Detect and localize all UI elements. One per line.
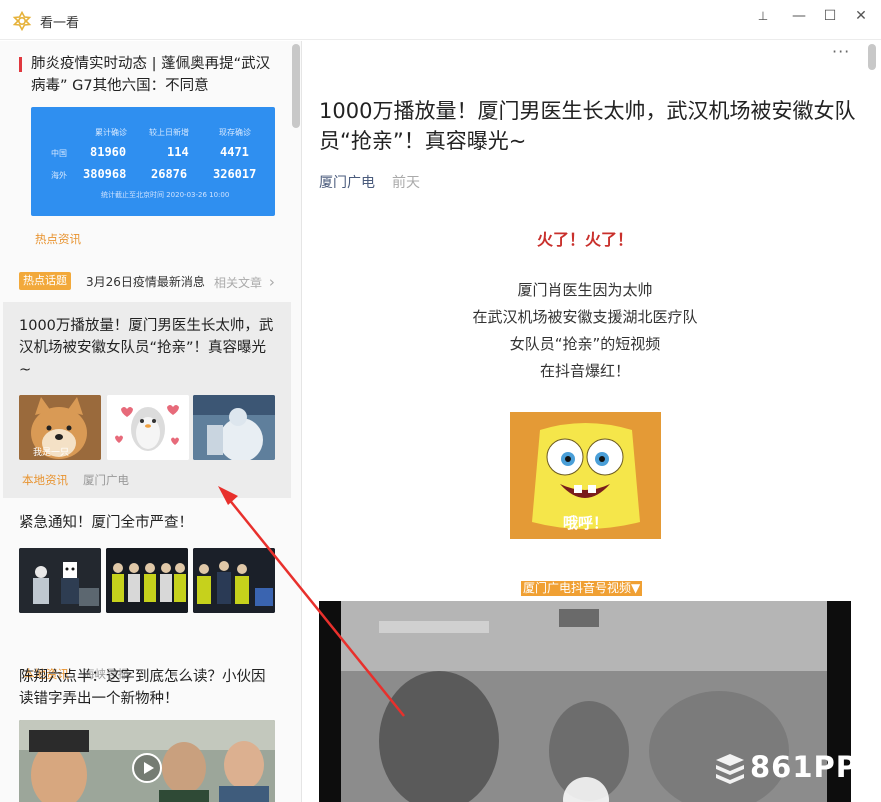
article-title: 1000万播放量！厦门男医生长太帅，武汉机场被安徽女队员“抢亲”！真容曝光~ bbox=[319, 99, 856, 153]
item-source: 厦门广电 bbox=[83, 473, 129, 487]
stat-value: 114 bbox=[167, 145, 189, 159]
play-icon[interactable] bbox=[132, 753, 162, 783]
item-tag: 热点资讯 bbox=[35, 232, 81, 246]
article-paragraph: 厦门肖医生因为太帅 bbox=[517, 281, 653, 299]
app-window: 看一看 ⊥ — ☐ ✕ 肺炎疫情实时动态 | 蓬佩奥再提“武汉病毒” G7其他六… bbox=[0, 0, 881, 802]
related-articles-link[interactable]: 相关文章 › bbox=[214, 273, 275, 291]
app-logo-icon bbox=[12, 11, 32, 31]
hot-topic-badge: 热点话题 bbox=[19, 272, 71, 290]
pin-marker bbox=[19, 57, 22, 72]
item-tag: 本地资讯 bbox=[22, 473, 68, 487]
feed-scrollbar[interactable] bbox=[292, 44, 300, 128]
row-label: 海外 bbox=[51, 171, 67, 180]
video-thumbnail[interactable] bbox=[19, 720, 275, 802]
thumbnail-medical-team[interactable] bbox=[193, 395, 275, 460]
covid-stats-card[interactable]: 累计确诊 较上日新增 现存确诊 中国 81960 114 4471 海外 380… bbox=[31, 107, 275, 216]
chevron-right-icon: › bbox=[268, 273, 275, 291]
article-source[interactable]: 厦门广电 bbox=[319, 172, 375, 192]
close-button[interactable]: ✕ bbox=[848, 6, 874, 26]
article-highlight: 火了！火了！ bbox=[536, 230, 633, 249]
list-item[interactable]: 陈翔六点半：这字到底怎么读？小伙因读错字弄出一个新物种！ bbox=[0, 653, 292, 802]
thumbnail-shiba[interactable]: 我是一只 bbox=[19, 395, 101, 460]
item-title[interactable]: 1000万播放量！厦门男医生长太帅，武汉机场被安徽女队员“抢亲”！真容曝光~ bbox=[19, 315, 277, 381]
list-item[interactable]: 肺炎疫情实时动态 | 蓬佩奥再提“武汉病毒” G7其他六国：不同意 累计确诊 较… bbox=[0, 41, 292, 263]
list-item-selected[interactable]: 1000万播放量！厦门男医生长太帅，武汉机场被安徽女队员“抢亲”！真容曝光~ 我… bbox=[3, 302, 291, 498]
related-label: 相关文章 bbox=[214, 276, 263, 290]
feed-list[interactable]: 肺炎疫情实时动态 | 蓬佩奥再提“武汉病毒” G7其他六国：不同意 累计确诊 较… bbox=[0, 41, 302, 802]
list-item[interactable]: 紧急通知！厦门全市严查！ 本地资讯 海峡导报 bbox=[0, 503, 292, 681]
minimize-button[interactable]: — bbox=[786, 6, 812, 26]
thumbnail-police-1[interactable] bbox=[19, 548, 101, 613]
stat-value: 326017 bbox=[213, 167, 257, 181]
article-paragraph: 在抖音爆红！ bbox=[539, 362, 630, 380]
stat-header: 现存确诊 bbox=[219, 128, 251, 137]
title-bar: 看一看 ⊥ — ☐ ✕ bbox=[0, 0, 881, 40]
article-time: 前天 bbox=[392, 175, 420, 191]
stat-header: 较上日新增 bbox=[149, 128, 189, 137]
window-title: 看一看 bbox=[40, 16, 80, 31]
pin-button[interactable]: ⊥ bbox=[750, 6, 776, 26]
stat-value: 81960 bbox=[90, 145, 127, 159]
watermark-logo: 861PPT bbox=[712, 748, 879, 788]
more-options-icon[interactable]: ··· bbox=[832, 42, 850, 61]
article-paragraph: 在武汉机场被安徽支援湖北医疗队 bbox=[472, 308, 698, 326]
stat-value: 26876 bbox=[151, 167, 188, 181]
item-title[interactable]: 陈翔六点半：这字到底怎么读？小伙因读错字弄出一个新物种！ bbox=[19, 666, 277, 710]
thumbnail-police-2[interactable] bbox=[106, 548, 188, 613]
thumbnail-police-3[interactable] bbox=[193, 548, 275, 613]
thumbnail-caption: 我是一只 bbox=[33, 448, 70, 458]
video-label: 厦门广电抖音号视频▼ bbox=[521, 581, 643, 596]
item-title[interactable]: 肺炎疫情实时动态 | 蓬佩奥再提“武汉病毒” G7其他六国：不同意 bbox=[31, 53, 277, 97]
spongebob-image: 哦呼！ bbox=[510, 412, 661, 539]
stat-value: 4471 bbox=[220, 145, 249, 159]
article-paragraph: 女队员“抢亲”的短视频 bbox=[509, 335, 661, 353]
stat-value: 380968 bbox=[83, 167, 127, 181]
stat-footnote: 统计截止至北京时间 2020-03-26 10:00 bbox=[101, 191, 230, 199]
image-caption: 哦呼！ bbox=[562, 514, 608, 532]
watermark-text: 861PPT bbox=[750, 750, 879, 784]
item-title[interactable]: 紧急通知！厦门全市严查！ bbox=[19, 512, 277, 534]
article-scrollbar[interactable] bbox=[868, 44, 876, 70]
row-label: 中国 bbox=[51, 149, 67, 158]
thumbnail-penguin[interactable] bbox=[107, 395, 189, 460]
hot-topic-text[interactable]: 3月26日疫情最新消息 bbox=[86, 273, 205, 290]
stat-header: 累计确诊 bbox=[95, 128, 127, 137]
maximize-button[interactable]: ☐ bbox=[817, 6, 843, 26]
